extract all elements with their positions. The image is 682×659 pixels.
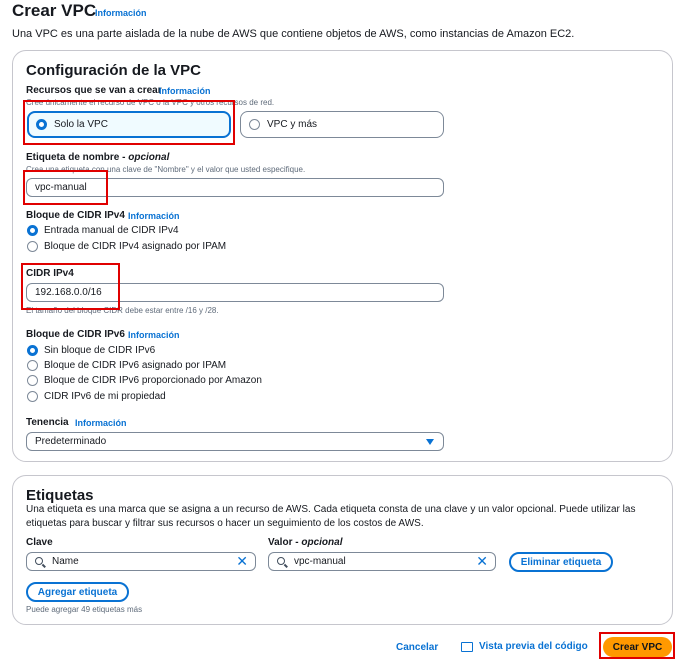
tenancy-info-link[interactable]: Información [75, 418, 127, 428]
preview-code-label: Vista previa del código [479, 641, 588, 652]
ipv4-option-manual[interactable]: Entrada manual de CIDR IPv4 [27, 225, 179, 236]
tag-value-label: Valor - opcional [268, 537, 343, 548]
ipv6-option-byoip-label: CIDR IPv6 de mi propiedad [44, 391, 166, 402]
ipv4-block-label: Bloque de CIDR IPv4 [26, 210, 125, 221]
page-title: Crear VPC [12, 1, 97, 20]
tenancy-select[interactable]: Predeterminado [26, 432, 444, 451]
tenancy-select-value: Predeterminado [35, 436, 107, 447]
radio-ipv6-none[interactable] [27, 345, 38, 356]
clear-value-icon[interactable]: ✕ [476, 553, 488, 570]
radio-ipv6-byoip[interactable] [27, 391, 38, 402]
code-preview-icon [461, 641, 473, 652]
ipv4-option-ipam-label: Bloque de CIDR IPv4 asignado por IPAM [44, 241, 227, 252]
tag-value-input[interactable]: vpc-manual ✕ [268, 552, 496, 571]
clear-key-icon[interactable]: ✕ [236, 553, 248, 570]
preview-code-button[interactable]: Vista previa del código [461, 641, 588, 652]
ipv6-option-byoip[interactable]: CIDR IPv6 de mi propiedad [27, 391, 166, 402]
tag-value-value: vpc-manual [294, 556, 346, 567]
tags-description: Una etiqueta es una marca que se asigna … [26, 504, 636, 529]
ipv6-option-none[interactable]: Sin bloque de CIDR IPv6 [27, 345, 155, 356]
ipv6-block-info-link[interactable]: Información [128, 330, 180, 340]
ipv6-option-ipam[interactable]: Bloque de CIDR IPv6 asignado por IPAM [27, 360, 226, 371]
search-icon-handle [284, 563, 288, 568]
caret-down-icon [426, 439, 434, 445]
radio-vpc-more[interactable] [249, 119, 260, 130]
config-heading: Configuración de la VPC [26, 62, 202, 79]
add-tag-button[interactable]: Agregar etiqueta [26, 582, 129, 602]
ipv6-option-amazon-label: Bloque de CIDR IPv6 proporcionado por Am… [44, 375, 262, 386]
option-vpc-more[interactable]: VPC y más [240, 111, 444, 138]
remove-tag-button[interactable]: Eliminar etiqueta [509, 552, 613, 572]
page-description: Una VPC es una parte aislada de la nube … [12, 28, 575, 40]
tags-panel [12, 475, 673, 625]
radio-ipv4-manual[interactable] [27, 225, 38, 236]
resources-info-link[interactable]: Información [159, 86, 211, 96]
highlight-create-button [599, 632, 675, 659]
ipv6-option-amazon[interactable]: Bloque de CIDR IPv6 proporcionado por Am… [27, 375, 262, 386]
radio-ipv4-ipam[interactable] [27, 241, 38, 252]
tag-key-input[interactable]: Name ✕ [26, 552, 256, 571]
highlight-name-tag [23, 170, 108, 205]
tags-limit-hint: Puede agregar 49 etiquetas más [26, 605, 143, 614]
highlight-resources [23, 100, 235, 145]
highlight-ipv4-cidr [21, 263, 120, 310]
tag-value-label-text: Valor [268, 537, 293, 548]
radio-ipv6-ipam[interactable] [27, 360, 38, 371]
resources-label: Recursos que se van a crear [26, 85, 162, 96]
ipv4-option-ipam[interactable]: Bloque de CIDR IPv4 asignado por IPAM [27, 241, 226, 252]
ipv4-option-manual-label: Entrada manual de CIDR IPv4 [44, 225, 179, 236]
search-icon-handle [42, 563, 46, 568]
tags-heading: Etiquetas [26, 487, 94, 504]
page-info-link[interactable]: Información [95, 8, 147, 18]
ipv6-option-ipam-label: Bloque de CIDR IPv6 asignado por IPAM [44, 360, 227, 371]
tag-value-optional: opcional [301, 537, 343, 548]
tag-key-label: Clave [26, 537, 53, 548]
option-vpc-more-label: VPC y más [267, 119, 318, 130]
name-tag-label: Etiqueta de nombre - opcional [26, 152, 170, 163]
name-tag-label-text: Etiqueta de nombre [26, 152, 120, 163]
ipv4-block-info-link[interactable]: Información [128, 211, 180, 221]
ipv6-block-label: Bloque de CIDR IPv6 [26, 329, 125, 340]
cancel-button[interactable]: Cancelar [396, 642, 438, 653]
tag-key-value: Name [52, 556, 79, 567]
tenancy-label: Tenencia [26, 417, 69, 428]
radio-ipv6-amazon[interactable] [27, 375, 38, 386]
ipv6-option-none-label: Sin bloque de CIDR IPv6 [44, 345, 156, 356]
name-tag-optional: opcional [128, 152, 170, 163]
